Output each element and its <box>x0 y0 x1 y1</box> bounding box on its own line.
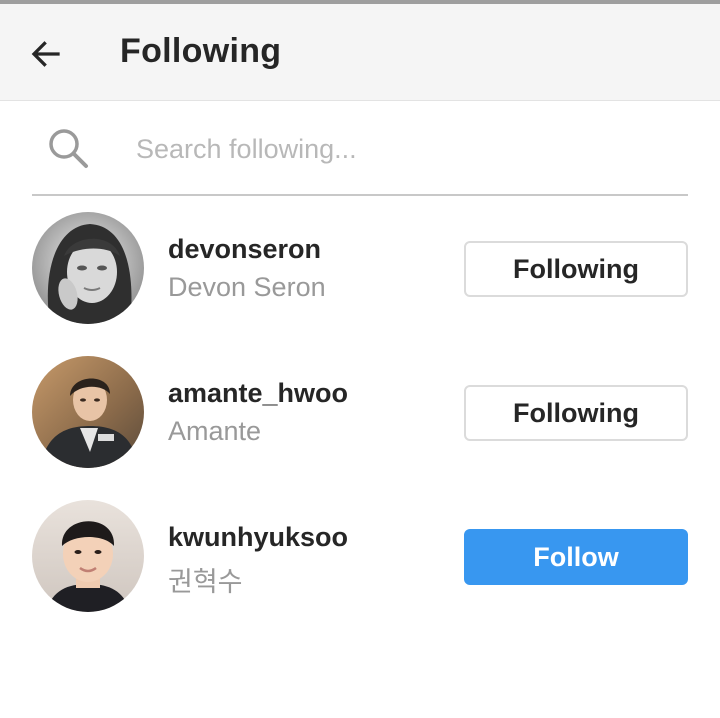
avatar[interactable] <box>32 500 144 612</box>
user-row: devonseron Devon Seron Following <box>0 212 720 332</box>
app-header: Following <box>0 4 720 101</box>
following-button[interactable]: Following <box>464 385 688 441</box>
back-button[interactable] <box>22 30 70 78</box>
following-button[interactable]: Following <box>464 241 688 297</box>
search-input[interactable] <box>136 126 656 172</box>
full-name: Devon Seron <box>168 272 326 302</box>
page-title: Following <box>120 32 282 70</box>
username[interactable]: devonseron <box>168 234 321 265</box>
avatar[interactable] <box>32 356 144 468</box>
user-row: kwunhyuksoo 권혁수 Follow <box>0 500 720 620</box>
username[interactable]: amante_hwoo <box>168 378 348 409</box>
avatar[interactable] <box>32 212 144 324</box>
full-name: 권혁수 <box>168 567 243 597</box>
full-name: Amante <box>168 416 262 446</box>
follow-button[interactable]: Follow <box>464 529 688 585</box>
username[interactable]: kwunhyuksoo <box>168 522 348 553</box>
user-row: amante_hwoo Amante Following <box>0 356 720 476</box>
search-bar <box>32 108 688 196</box>
search-icon <box>49 129 88 168</box>
arrow-left-icon <box>31 41 60 67</box>
